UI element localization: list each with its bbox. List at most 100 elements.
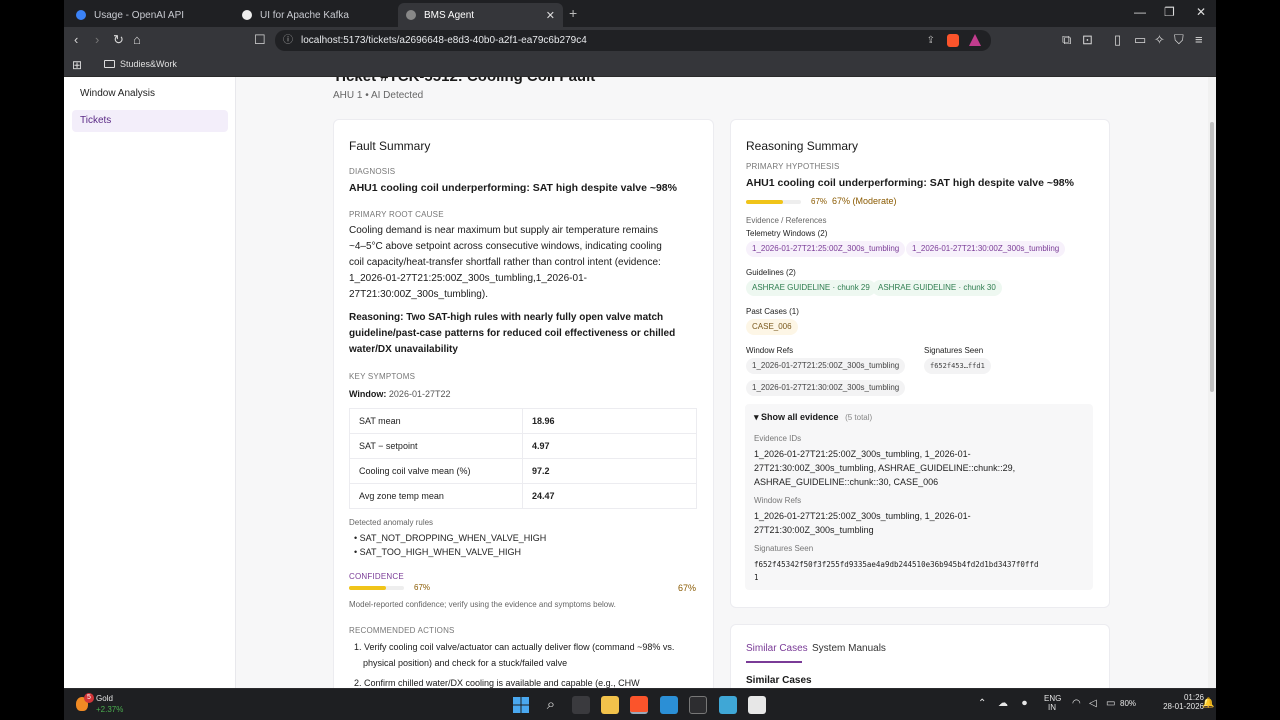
maximize-icon[interactable]: ❐ [1164,5,1175,19]
tab-kafka-ui[interactable]: UI for Apache Kafka [234,3,394,27]
root-cause-text: Cooling demand is near maximum but suppl… [349,223,699,303]
sidebar-item-window-analysis[interactable]: Window Analysis [72,83,228,105]
root-cause-label: PRIMARY ROOT CAUSE [349,210,444,219]
site-info-icon[interactable]: ⓘ [283,30,293,51]
snipping-tool-icon[interactable] [748,696,766,714]
anomaly-rule-item: • SAT_TOO_HIGH_WHEN_VALVE_HIGH [354,547,522,557]
vscode-icon[interactable] [660,696,678,714]
folder-icon [104,60,115,68]
tab-title: UI for Apache Kafka [260,9,349,21]
apps-grid-icon[interactable]: ⊞ [72,58,82,72]
leo-ai-icon[interactable]: ✧ [1154,33,1165,47]
desktop: Usage - OpenAI API UI for Apache Kafka B… [0,0,1280,720]
evidence-ids-value: 1_2026-01-27T21:25:00Z_300s_tumbling, 1_… [754,447,1084,489]
region-text: IN [1048,703,1056,712]
bookmark-folder-studies[interactable]: Studies&Work [104,59,177,69]
volume-icon[interactable]: ◁ [1089,698,1097,709]
anomaly-rule-text: SAT_NOT_DROPPING_WHEN_VALVE_HIGH [359,533,547,543]
telemetry-label: Telemetry Windows (2) [746,229,828,238]
fault-summary-card: Fault Summary DIAGNOSIS AHU1 cooling coi… [333,119,714,688]
confidence-label: CONFIDENCE [349,572,404,581]
diagnosis-label: DIAGNOSIS [349,167,396,176]
address-bar[interactable]: ⓘ localhost:5173/tickets/a2696648-e8d3-4… [275,30,991,51]
brave-shields-icon[interactable] [947,34,959,47]
battery-icon[interactable]: ▭ [1106,698,1115,709]
sidebar-item-tickets[interactable]: Tickets [72,110,228,132]
guideline-chip[interactable]: ASHRAE GUIDELINE · chunk 30 [872,280,1002,296]
root-cause-line: Cooling demand is near maximum but suppl… [349,225,659,236]
evidence-line: 27T21:30:00Z_300s_tumbling, ASHRAE_GUIDE… [754,463,1016,473]
past-case-chip[interactable]: CASE_006 [746,319,798,335]
scrollbar-thumb[interactable] [1210,122,1214,392]
brave-browser-icon[interactable] [630,696,648,714]
bookmark-folder-label: Studies&Work [120,59,177,69]
telemetry-chip[interactable]: 1_2026-01-27T21:30:00Z_300s_tumbling [906,241,1066,257]
menu-icon[interactable]: ≡ [1195,33,1203,47]
confidence-bar [349,586,404,590]
onedrive-icon[interactable]: ☁ [998,698,1008,709]
tab-openai-usage[interactable]: Usage - OpenAI API [68,3,228,27]
back-icon[interactable]: ‹ [74,33,78,47]
home-icon[interactable]: ⌂ [133,33,141,47]
battery-percent: 80% [1120,699,1137,708]
forward-icon[interactable]: › [95,33,99,47]
window-refs-detail-value: 1_2026-01-27T21:25:00Z_300s_tumbling, 1_… [754,509,1084,537]
show-all-evidence-toggle[interactable]: ▾ Show all evidence (5 total) [754,409,872,426]
tab-similar-cases[interactable]: Similar Cases [746,641,808,657]
window-ref-line: 27T21:30:00Z_300s_tumbling [754,525,874,535]
extensions-icon[interactable]: ⧉ [1062,33,1071,47]
window-value: 2026-01-27T22 [388,389,451,399]
file-explorer-icon[interactable] [601,696,619,714]
tab-bms-agent[interactable]: BMS Agent ✕ [398,3,563,27]
close-tab-icon[interactable]: ✕ [546,9,555,22]
symptom-name: Avg zone temp mean [349,483,523,509]
microphone-icon[interactable]: ⏺ [1022,698,1027,709]
signature-chip[interactable]: f652f453…ffd1 [924,358,991,374]
stock-widget[interactable]: 5 Gold +2.37% [76,693,146,717]
tab-system-manuals[interactable]: System Manuals [812,641,886,657]
windows-start-icon[interactable] [512,696,530,714]
page-scrollbar[interactable] [1208,77,1216,688]
language-indicator[interactable]: ENG IN [1044,694,1061,712]
tray-overflow-icon[interactable]: ⌃ [978,698,986,709]
reasoning-summary-card: Reasoning Summary PRIMARY HYPOTHESIS AHU… [730,119,1110,608]
table-row: SAT − setpoint 4.97 [349,433,697,459]
table-row: Avg zone temp mean 24.47 [349,483,697,509]
minimize-icon[interactable]: — [1134,5,1146,19]
vpn-icon[interactable]: ⛉ [1174,33,1184,47]
clock[interactable]: 01:26 28-01-2026 [1154,693,1204,711]
reader-icon[interactable]: ⊡ [1082,33,1093,47]
search-icon[interactable]: ⌕ [542,696,560,714]
share-icon[interactable]: ⇪ [927,30,935,51]
window-line: Window: 2026-01-27T22 [349,386,450,402]
window-ref-chip[interactable]: 1_2026-01-27T21:30:00Z_300s_tumbling [746,380,906,396]
signatures-detail-value: f652f45342f50f3f255fd9335ae4a9db244510e3… [754,558,1089,584]
terminal-icon[interactable] [689,696,707,714]
reasoning-line: guideline/past-case patterns for reduced… [349,328,676,339]
symptom-value: 4.97 [522,433,697,459]
notifications-icon[interactable]: 🔔 [1202,698,1214,709]
symptom-value: 18.96 [522,408,697,434]
similar-cases-card: Similar Cases System Manuals Similar Cas… [730,624,1110,688]
reload-icon[interactable]: ↻ [113,33,124,47]
bookmark-icon[interactable]: ☐ [254,33,266,47]
wifi-icon[interactable]: ◠ [1072,698,1081,709]
wallet-icon[interactable]: ▭ [1134,33,1146,47]
task-view-icon[interactable] [572,696,590,714]
recommended-actions-label: RECOMMENDED ACTIONS [349,626,455,635]
new-tab-icon[interactable]: + [569,5,577,21]
active-tab-indicator [746,661,802,663]
symptom-name: SAT mean [359,416,401,426]
taskbar: 5 Gold +2.37% ⌕ ⌃ ☁ ⏺ ENG IN ◠ ◁ ▭ 80% 0… [64,688,1216,720]
list-item: 1. Verify cooling coil valve/actuator ca… [354,642,675,652]
symptom-value: 97.2 [522,458,697,484]
telemetry-chip[interactable]: 1_2026-01-27T21:25:00Z_300s_tumbling [746,241,906,257]
close-window-icon[interactable]: ✕ [1196,5,1206,19]
confidence-text: 67% [414,583,431,592]
sidebar-toggle-icon[interactable]: ▯ [1114,33,1121,47]
guideline-chip[interactable]: ASHRAE GUIDELINE · chunk 29 [746,280,876,296]
window-ref-chip[interactable]: 1_2026-01-27T21:25:00Z_300s_tumbling [746,358,906,374]
notepad-icon[interactable] [719,696,737,714]
window-refs-detail-label: Window Refs [754,496,802,505]
brave-rewards-icon[interactable] [969,34,981,46]
